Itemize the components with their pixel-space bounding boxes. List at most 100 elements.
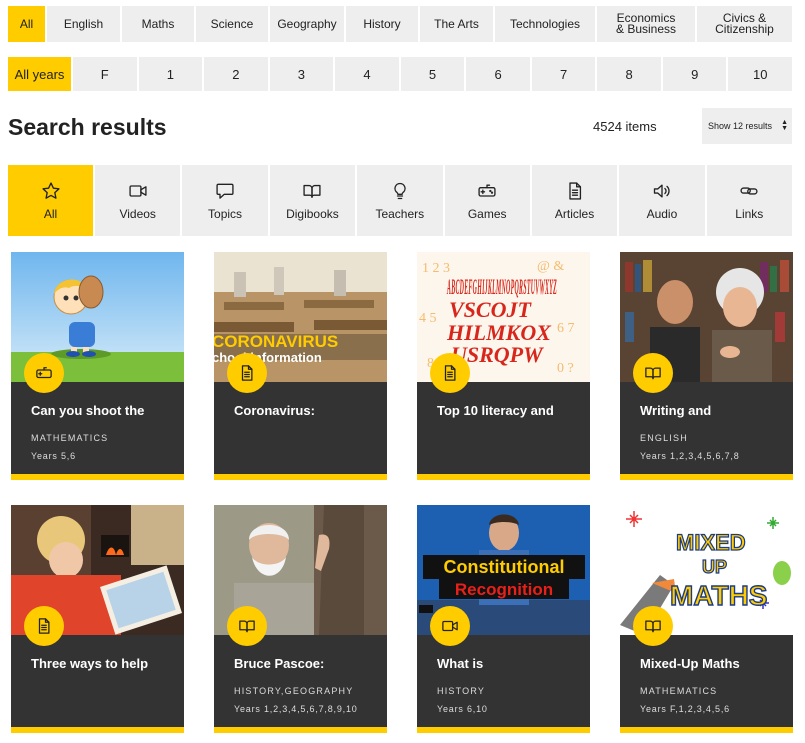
card-type-badge — [430, 606, 470, 646]
card-title: Coronavirus: — [234, 403, 315, 418]
year-tab-2[interactable]: 2 — [204, 57, 268, 91]
results-count: 4524 items — [593, 119, 657, 134]
type-tab-games[interactable]: Games — [444, 165, 530, 236]
subject-tab-english[interactable]: English — [47, 6, 120, 42]
card-type-badge — [633, 353, 673, 393]
subject-tab-civics-citizenship[interactable]: Civics & Citizenship — [697, 6, 792, 42]
subject-tab-economics-business[interactable]: Economics & Business — [597, 6, 695, 42]
card-subject: Mathematics — [640, 686, 718, 696]
card-type-badge — [24, 606, 64, 646]
book-icon — [239, 620, 255, 633]
year-tab-7[interactable]: 7 — [531, 57, 596, 91]
speech-bubble-icon — [216, 183, 234, 199]
document-icon — [568, 181, 581, 200]
card-title: Top 10 literacy and — [437, 403, 554, 418]
type-tab-links[interactable]: Links — [706, 165, 792, 236]
lightbulb-icon — [394, 182, 406, 199]
card-subject: English — [640, 433, 688, 443]
select-arrows-icon: ▲ ▼ — [781, 119, 788, 132]
page-title: Search results — [8, 114, 167, 140]
card-subject: History — [437, 686, 486, 696]
year-tab-all-years[interactable]: All years — [8, 57, 71, 91]
subject-tab-all[interactable]: All — [8, 6, 45, 42]
type-tab-videos[interactable]: Videos — [95, 165, 181, 236]
resource-card[interactable]: Three ways to help — [11, 505, 184, 733]
book-icon — [645, 367, 661, 380]
type-tab-label: Topics — [208, 206, 243, 221]
thumb-title-word-3: MATHS — [670, 580, 767, 611]
type-tab-label: All — [43, 206, 58, 221]
resource-card[interactable]: Writing and English Years 1,2,3,4,5,6,7,… — [620, 252, 793, 480]
year-tab-9[interactable]: 9 — [662, 57, 727, 91]
svg-text:VSCOJT: VSCOJT — [449, 297, 532, 322]
type-tab-label: Games — [467, 206, 507, 221]
subject-tab-geography[interactable]: Geography — [270, 6, 344, 42]
svg-text:4 5: 4 5 — [419, 311, 437, 326]
subject-tab-science[interactable]: Science — [196, 6, 268, 42]
resource-card[interactable]: CORONAVIRUS chool information Coronaviru… — [214, 252, 387, 480]
speaker-icon — [653, 184, 670, 197]
type-tab-articles[interactable]: Articles — [531, 165, 618, 236]
type-tab-digibooks[interactable]: Digibooks — [269, 165, 356, 236]
subject-tab-maths[interactable]: Maths — [122, 6, 194, 42]
thumb-overlay-text: ABCDEFGHIJKLMNOPQRSTUVWXYZ — [446, 274, 557, 299]
resource-card[interactable]: Constitutional Recognition What is Histo… — [417, 505, 590, 733]
results-per-page-value: Show 12 results — [708, 121, 773, 131]
type-tab-label: Digibooks — [286, 206, 339, 221]
thumb-title-word-2: UP — [702, 557, 727, 577]
card-years: Years 5,6 — [31, 451, 76, 461]
document-icon — [241, 365, 253, 381]
book-icon — [645, 620, 661, 633]
year-tab-3[interactable]: 3 — [269, 57, 334, 91]
year-tab-5[interactable]: 5 — [400, 57, 465, 91]
resource-card[interactable]: Bruce Pascoe: History,Geography Years 1,… — [214, 505, 387, 733]
card-title: Bruce Pascoe: — [234, 656, 325, 671]
video-icon — [442, 620, 458, 632]
type-tab-label: Videos — [119, 206, 156, 221]
card-title: Can you shoot the — [31, 403, 145, 418]
results-per-page-select[interactable]: Show 12 results ▲ ▼ — [702, 108, 792, 144]
gamepad-icon — [36, 367, 52, 379]
card-years: Years 6,10 — [437, 704, 488, 714]
svg-text:@ &: @ & — [537, 259, 564, 274]
type-tab-label: Articles — [554, 206, 595, 221]
card-type-badge — [24, 353, 64, 393]
card-title: What is — [437, 656, 484, 671]
thumb-title-word-1: MIXED — [676, 530, 746, 555]
year-filter-bar: All years F 1 2 3 4 5 6 7 8 9 10 — [8, 57, 793, 91]
resource-card[interactable]: 1 2 3@ & 4 56 7 8 90 ? ABCDEFGHIJKLMNOPQ… — [417, 252, 590, 480]
year-tab-10[interactable]: 10 — [728, 57, 793, 91]
svg-text:1 2 3: 1 2 3 — [422, 261, 450, 276]
type-tab-all[interactable]: All — [8, 165, 93, 236]
card-title: Mixed-Up Maths — [640, 656, 740, 671]
star-icon — [41, 181, 60, 199]
year-tab-4[interactable]: 4 — [335, 57, 399, 91]
link-icon — [740, 186, 758, 195]
year-tab-6[interactable]: 6 — [466, 57, 530, 91]
year-tab-f[interactable]: F — [73, 57, 137, 91]
year-tab-8[interactable]: 8 — [597, 57, 661, 91]
card-subject: History,Geography — [234, 686, 354, 696]
type-tab-teachers[interactable]: Teachers — [357, 165, 443, 236]
document-icon — [444, 365, 456, 381]
year-tab-1[interactable]: 1 — [138, 57, 203, 91]
book-icon — [303, 184, 322, 198]
card-title: Three ways to help — [31, 656, 149, 671]
thumb-overlay-text: Constitutional — [444, 557, 565, 577]
type-tab-audio[interactable]: Audio — [619, 165, 705, 236]
type-filter-bar: All Videos Topics Digibooks Teachers Gam… — [8, 165, 792, 236]
subject-tab-technologies[interactable]: Technologies — [495, 6, 595, 42]
card-type-badge — [227, 606, 267, 646]
type-tab-label: Audio — [646, 206, 678, 221]
subject-tab-the-arts[interactable]: The Arts — [420, 6, 493, 42]
type-tab-topics[interactable]: Topics — [182, 165, 268, 236]
thumb-overlay-text: CORONAVIRUS — [214, 332, 338, 351]
subject-filter-bar: All English Maths Science Geography Hist… — [8, 6, 792, 42]
resource-card[interactable]: Can you shoot the Mathematics Years 5,6 — [11, 252, 184, 480]
card-years: Years F,1,2,3,4,5,6 — [640, 704, 730, 714]
gamepad-icon — [478, 184, 496, 197]
card-type-badge — [227, 353, 267, 393]
subject-tab-history[interactable]: History — [346, 6, 418, 42]
type-tab-label: Teachers — [375, 206, 425, 221]
resource-card[interactable]: MIXED UP MATHS Mixed-Up Maths Mathematic… — [620, 505, 793, 733]
